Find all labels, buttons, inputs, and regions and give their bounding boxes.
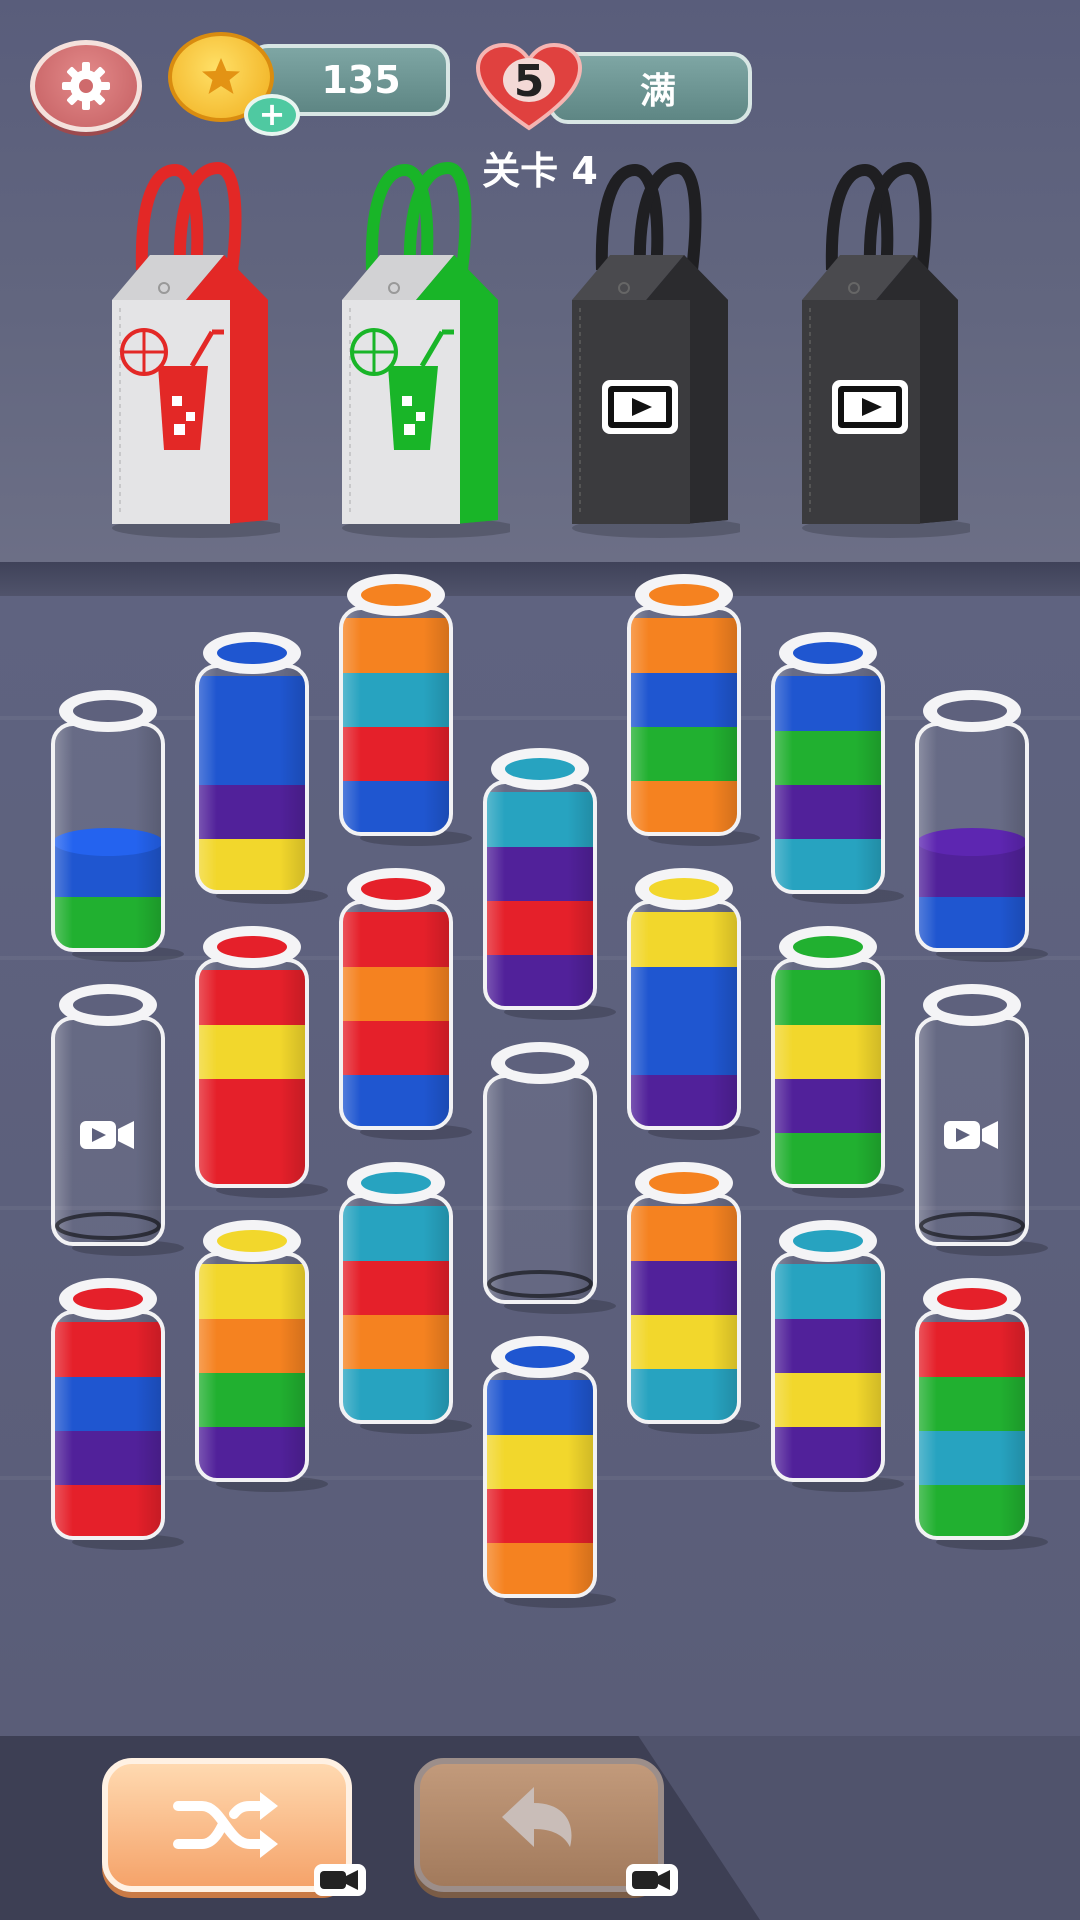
bag-4[interactable] [790,160,970,540]
bottle[interactable] [767,628,904,904]
shelf-edge [0,562,1080,596]
bottle[interactable] [479,744,616,1020]
bottle[interactable] [767,1216,904,1492]
bag-2[interactable] [330,160,510,540]
bottle[interactable] [623,864,760,1140]
lives-status: 满 [639,71,676,112]
lives-count: 5 [513,56,545,107]
video-camera-icon [944,1121,998,1149]
bottle[interactable] [479,1038,616,1314]
bottle[interactable] [911,686,1048,962]
bottle[interactable] [911,980,1048,1256]
bottle[interactable] [47,1274,184,1550]
bottle[interactable] [335,1158,472,1434]
bottle[interactable] [911,1274,1048,1550]
bottle[interactable] [47,686,184,962]
coin-count: 135 [321,58,401,102]
bag-3[interactable] [560,160,740,540]
bottle[interactable] [191,922,328,1198]
bottle[interactable] [191,628,328,904]
bottle[interactable] [47,980,184,1256]
add-coins-button[interactable]: + [244,94,300,136]
bottle[interactable] [623,570,760,846]
video-ad-icon [602,380,678,434]
shuffle-icon [173,1792,278,1858]
bag-1[interactable] [100,160,280,540]
settings-button[interactable] [30,40,142,132]
video-camera-icon [314,1864,366,1896]
bottle[interactable] [191,1216,328,1492]
star-icon [202,58,240,94]
bottle[interactable] [767,922,904,1198]
bottle[interactable] [335,570,472,846]
video-ad-icon [832,380,908,434]
bottle[interactable] [335,864,472,1140]
gear-icon [62,62,110,110]
video-camera-icon [626,1864,678,1896]
video-camera-icon [80,1121,134,1149]
bottle[interactable] [479,1332,616,1608]
undo-icon [502,1787,572,1847]
bottle[interactable] [623,1158,760,1434]
